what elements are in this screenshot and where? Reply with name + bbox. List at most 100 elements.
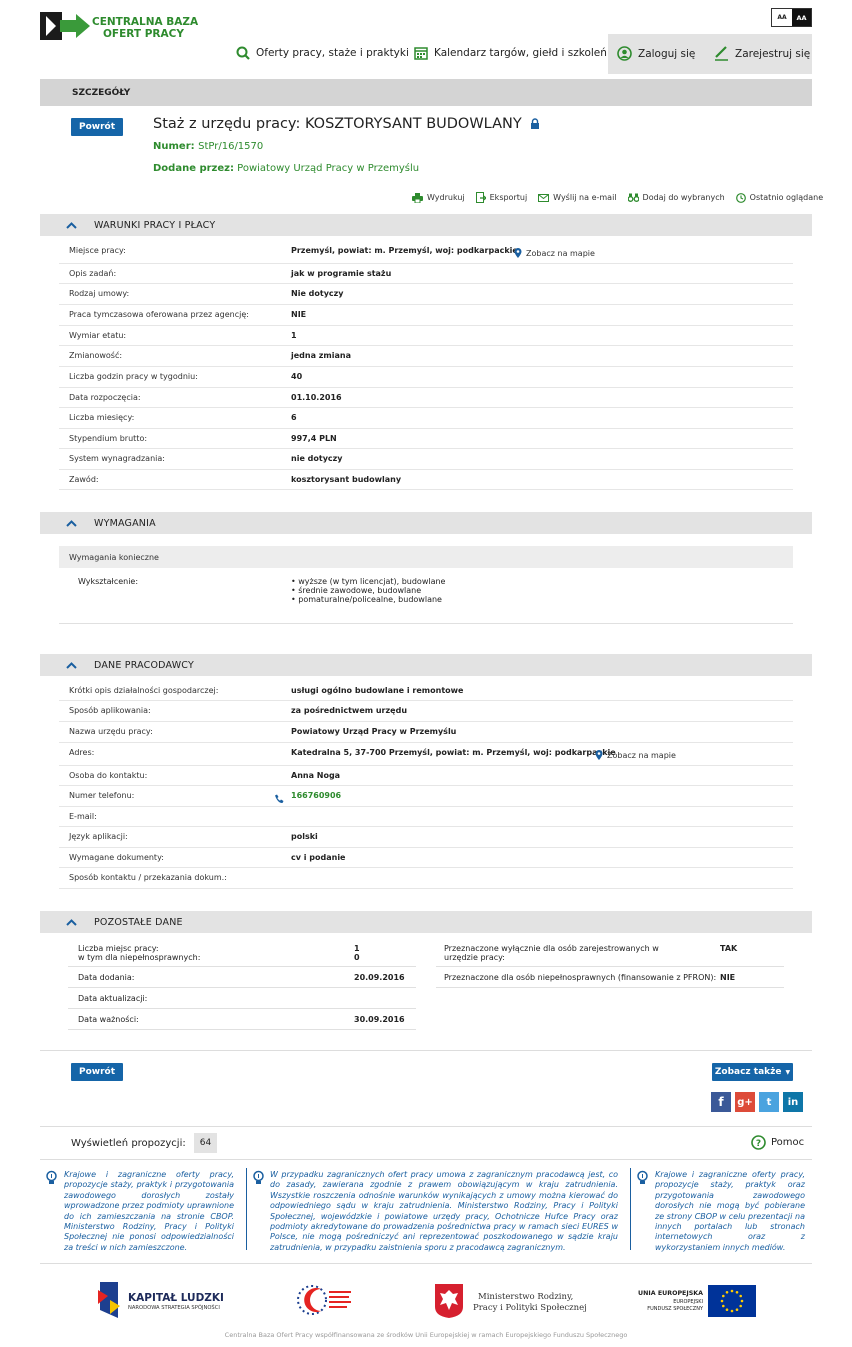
added-value: 20.09.2016 xyxy=(354,973,405,982)
conditions-row: Rodzaj umowy: Nie dotyczy xyxy=(59,284,793,305)
binoculars-icon xyxy=(627,193,639,202)
section-other-header[interactable]: POZOSTAŁE DANE xyxy=(40,911,812,933)
see-also-button[interactable]: Zobacz także ▼ xyxy=(712,1063,793,1081)
note-separator xyxy=(630,1168,631,1250)
other-pfron-row: Przeznaczone dla osób niepełnosprawnych … xyxy=(436,967,784,988)
print-button[interactable]: Wydrukuj xyxy=(412,192,465,203)
logo-line1: CENTRALNA BAZA xyxy=(92,16,199,28)
conditions-label: Data rozpoczęcia: xyxy=(69,393,141,402)
conditions-row: Data rozpoczęcia: 01.10.2016 xyxy=(59,388,793,408)
lightbulb-icon xyxy=(637,1170,648,1184)
printer-icon xyxy=(412,192,423,203)
section-requirements-header[interactable]: WYMAGANIA xyxy=(40,512,812,534)
cerpk-logo xyxy=(297,1285,351,1315)
conditions-row: Miejsce pracy: Przemyśl, powiat: m. Przem… xyxy=(59,241,793,264)
section-conditions-title: WARUNKI PRACY I PŁACY xyxy=(94,219,216,231)
ministry-line1: Ministerstwo Rodziny, xyxy=(478,1292,574,1302)
employer-row: Adres: Katedralna 5, 37-700 Przemyśl, pow… xyxy=(59,743,793,766)
employer-row: E-mail: xyxy=(59,807,793,827)
section-employer-header[interactable]: DANE PRACODAWCY xyxy=(40,654,812,676)
divider xyxy=(40,1159,812,1160)
font-large-button[interactable]: AA xyxy=(792,9,811,26)
conditions-label: Rodzaj umowy: xyxy=(69,289,130,298)
site-logo[interactable]: CENTRALNA BAZA OFERT PRACY xyxy=(40,10,198,44)
note-3: Krajowe i zagraniczne oferty pracy, prop… xyxy=(655,1170,805,1252)
help-link[interactable]: ? Pomoc xyxy=(751,1135,804,1150)
employer-value: Anna Noga xyxy=(291,771,341,780)
map-link-label: Zobacz na mapie xyxy=(526,248,595,258)
added-by-value[interactable]: Powiatowy Urząd Pracy w Przemyślu xyxy=(237,163,419,174)
clock-icon xyxy=(735,192,746,203)
nav-calendar[interactable]: Kalendarz targów, giełd i szkoleń xyxy=(414,46,607,60)
map-pin-icon xyxy=(595,750,603,760)
employer-label: Język aplikacji: xyxy=(69,832,128,841)
logo-icon xyxy=(40,12,90,40)
details-bar-title: SZCZEGÓŁY xyxy=(72,87,131,98)
other-added-row: Data dodania: 20.09.2016 xyxy=(68,967,416,988)
conditions-label: Stypendium brutto: xyxy=(69,434,148,443)
google-plus-icon[interactable]: g+ xyxy=(735,1092,755,1112)
offer-added-by: Dodane przez: Powiatowy Urząd Pracy w Pr… xyxy=(153,163,419,174)
conditions-row: Zawód: kosztorysant budowlany xyxy=(59,470,793,490)
nav-offers[interactable]: Oferty pracy, staże i praktyki xyxy=(236,46,409,60)
back-button-bottom[interactable]: Powrót xyxy=(71,1063,123,1081)
font-small-button[interactable]: AA xyxy=(772,9,792,26)
help-label: Pomoc xyxy=(771,1137,805,1148)
employer-value: usługi ogólno budowlane i remontowe xyxy=(291,686,464,695)
note-2: W przypadku zagranicznych ofert pracy um… xyxy=(270,1170,618,1252)
font-size-toggle: AA AA xyxy=(771,8,812,27)
see-also-label: Zobacz także xyxy=(714,1067,782,1077)
conditions-value: 6 xyxy=(291,413,297,422)
offer-title: Staż z urzędu pracy: KOSZTORYSANT BUDOWL… xyxy=(153,116,540,132)
polish-eagle-emblem xyxy=(435,1284,463,1318)
back-button[interactable]: Powrót xyxy=(71,118,123,136)
number-label: Numer: xyxy=(153,141,195,152)
note-1: Krajowe i zagraniczne oferty pracy, prop… xyxy=(64,1170,234,1252)
note-separator xyxy=(246,1168,247,1250)
login-link[interactable]: Zaloguj się xyxy=(617,46,695,61)
conditions-row: Liczba godzin pracy w tygodniu: 40 xyxy=(59,367,793,388)
add-favorites-label: Dodaj do wybranych xyxy=(642,193,725,202)
number-value: StPr/16/1570 xyxy=(198,141,264,152)
twitter-icon[interactable]: t xyxy=(759,1092,779,1112)
chevron-up-icon xyxy=(66,661,86,669)
phone-icon xyxy=(275,794,284,804)
recent-label: Ostatnio oglądane xyxy=(749,193,824,202)
other-valid-row: Data ważności: 30.09.2016 xyxy=(68,1009,416,1030)
employer-value: polski xyxy=(291,832,318,841)
export-button[interactable]: Eksportuj xyxy=(475,192,527,203)
chevron-up-icon xyxy=(66,519,86,527)
email-button[interactable]: Wyślij na e-mail xyxy=(538,192,617,203)
conditions-row: Zmianowość: jedna zmiana xyxy=(59,346,793,367)
employer-value[interactable]: 166760906 xyxy=(291,791,341,800)
lightbulb-icon xyxy=(253,1170,264,1184)
conditions-row: System wynagradzania: nie dotyczy xyxy=(59,449,793,470)
conditions-row: Praca tymczasowa oferowana przez agencję… xyxy=(59,305,793,326)
map-pin-icon xyxy=(514,248,522,258)
disabled-value: 0 xyxy=(354,953,360,962)
other-registered-row: Przeznaczone wyłącznie dla osób zarejest… xyxy=(436,939,784,967)
add-favorites-button[interactable]: Dodaj do wybranych xyxy=(627,192,725,203)
employer-value: Katedralna 5, 37-700 Przemyśl, powiat: m… xyxy=(291,748,616,757)
offer-number: Numer: StPr/16/1570 xyxy=(153,141,263,152)
employer-label: Numer telefonu: xyxy=(69,791,135,800)
employer-label: Nazwa urzędu pracy: xyxy=(69,727,153,736)
conditions-value: jedna zmiana xyxy=(291,351,351,360)
section-conditions-header[interactable]: WARUNKI PRACY I PŁACY xyxy=(40,214,812,236)
register-link[interactable]: Zarejestruj się xyxy=(714,46,810,61)
employer-row: Sposób aplikowania: za pośrednictwem urzę… xyxy=(59,701,793,722)
map-link-address[interactable]: Zobacz na mapie xyxy=(595,750,676,760)
map-link-workplace[interactable]: Zobacz na mapie xyxy=(514,248,595,258)
linkedin-icon[interactable]: in xyxy=(783,1092,803,1112)
help-icon: ? xyxy=(751,1135,766,1150)
divider xyxy=(40,1050,812,1051)
education-label: Wykształcenie: xyxy=(78,577,139,586)
print-label: Wydrukuj xyxy=(427,193,465,202)
conditions-value: nie dotyczy xyxy=(291,454,343,463)
employer-label: Wymagane dokumenty: xyxy=(69,853,164,862)
facebook-icon[interactable]: f xyxy=(711,1092,731,1112)
kl-title: KAPITAŁ LUDZKI xyxy=(128,1292,224,1304)
education-item: • wyższe (w tym licencjat), budowlane xyxy=(291,577,446,586)
svg-text:?: ? xyxy=(756,1139,761,1149)
recent-button[interactable]: Ostatnio oglądane xyxy=(735,192,824,203)
